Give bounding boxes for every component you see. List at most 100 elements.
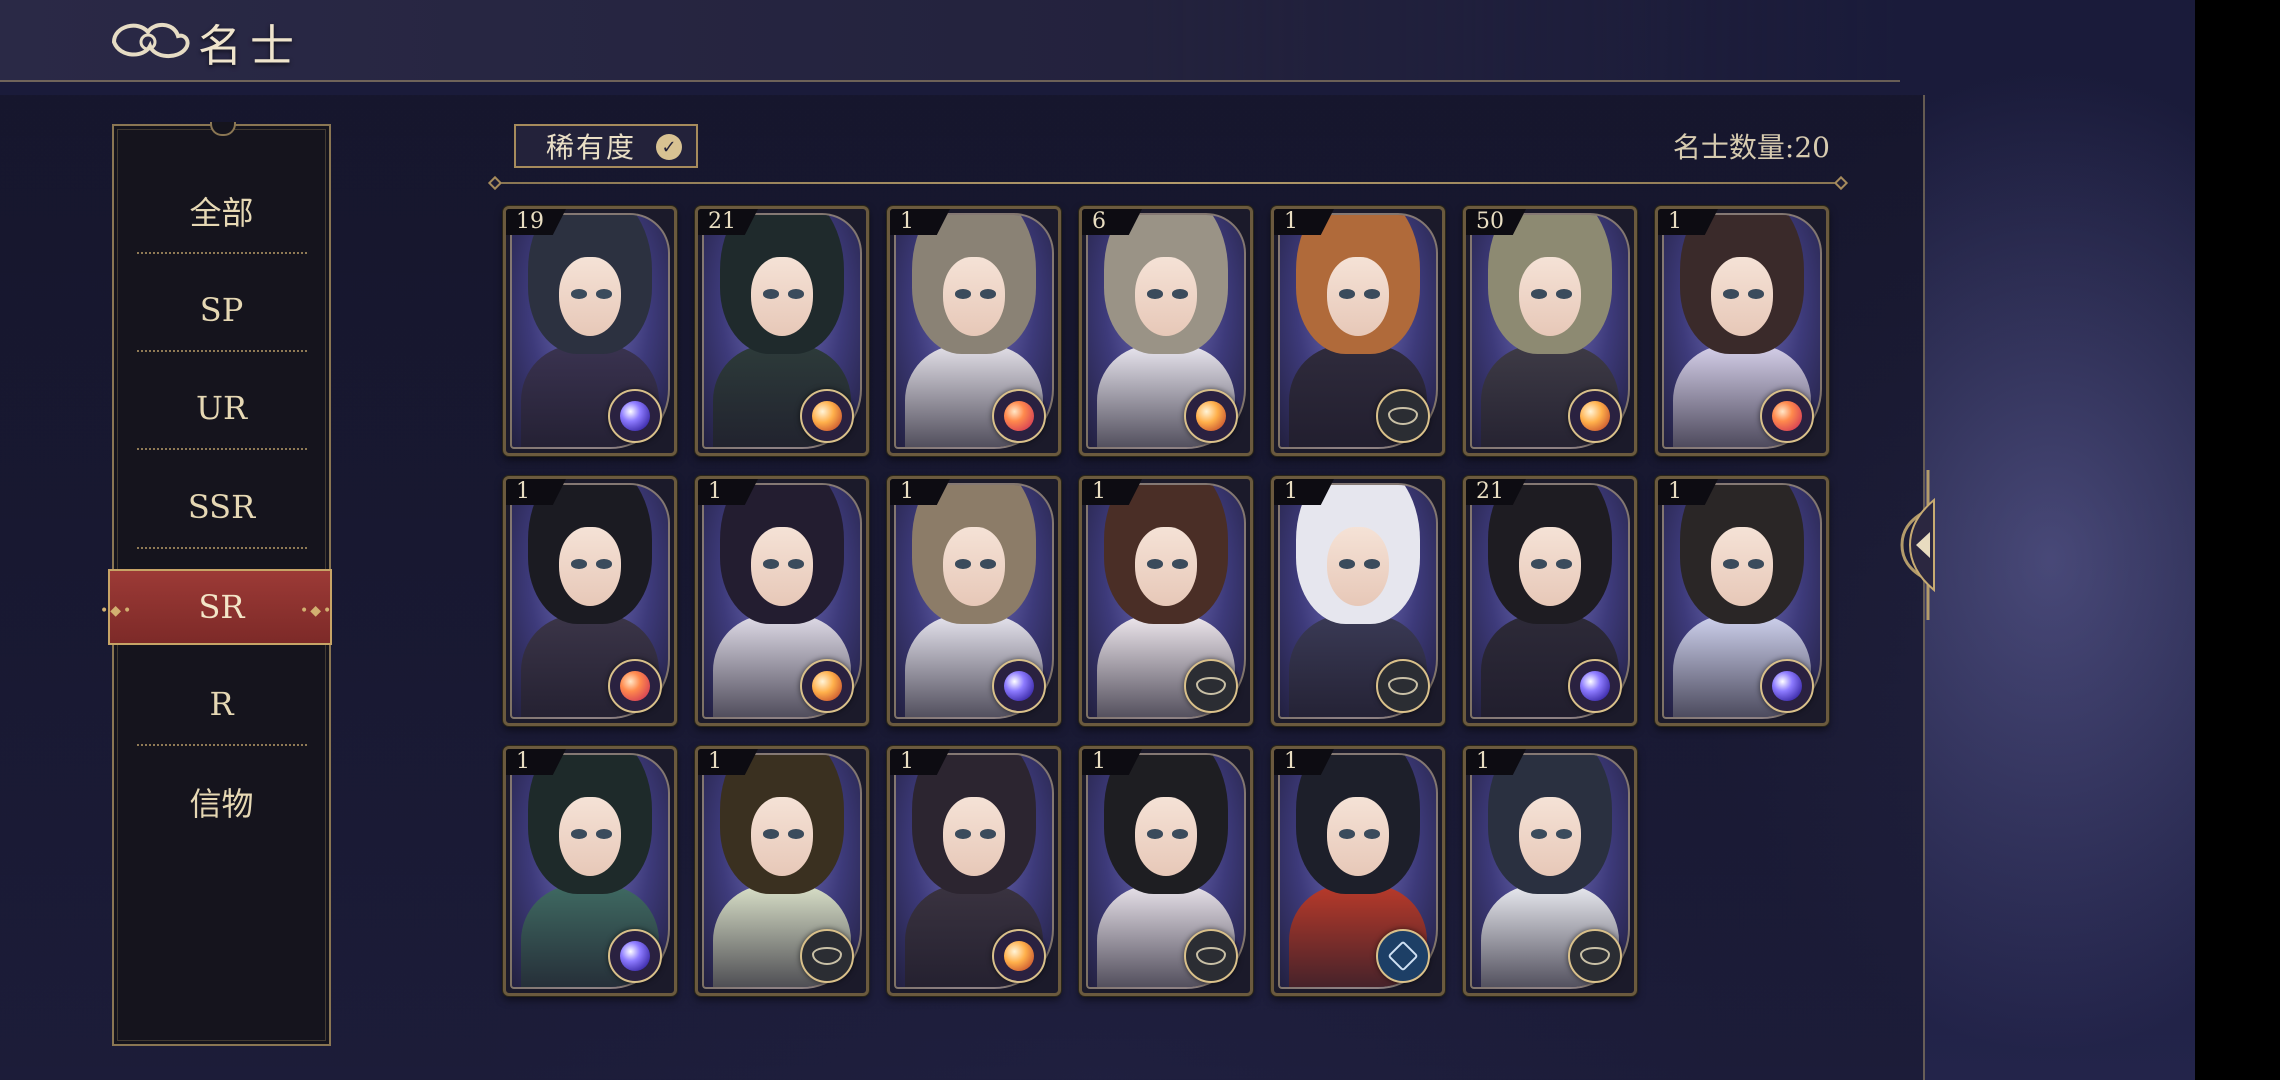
divider — [137, 448, 307, 450]
hero-eye — [1339, 289, 1355, 299]
hero-face — [942, 526, 1006, 606]
hero-eye — [1531, 559, 1547, 569]
hero-eye — [596, 559, 612, 569]
sidebar-item-token[interactable]: 信物 — [114, 767, 329, 837]
badge-symbol — [620, 941, 650, 971]
hero-card[interactable]: 1 — [503, 746, 677, 996]
sidebar-item-label: SP — [199, 291, 244, 329]
hero-count-value: 20 — [1794, 131, 1830, 164]
element-orb-icon — [1184, 389, 1238, 443]
hero-card[interactable]: 19 — [503, 206, 677, 456]
hero-card[interactable]: 1 — [1271, 206, 1445, 456]
sidebar-item-label: UR — [195, 389, 248, 427]
sidebar-item-label: SSR — [187, 488, 256, 526]
element-orb-icon — [992, 929, 1046, 983]
hero-card[interactable]: 1 — [695, 476, 869, 726]
sidebar-item-sr[interactable]: SR — [114, 572, 329, 642]
badge-symbol — [1772, 671, 1802, 701]
hero-card[interactable]: 1 — [1079, 746, 1253, 996]
screen-edge — [2195, 0, 2280, 1080]
element-orb-icon — [608, 389, 662, 443]
hero-eye — [1531, 289, 1547, 299]
hero-face — [942, 796, 1006, 876]
hero-eye — [788, 289, 804, 299]
sidebar-item-label: R — [209, 685, 234, 723]
hero-eye — [763, 559, 779, 569]
hero-eye — [1172, 829, 1188, 839]
hero-eye — [788, 829, 804, 839]
hero-face — [1134, 256, 1198, 336]
badge-symbol — [1196, 947, 1226, 965]
hero-card[interactable]: 21 — [695, 206, 869, 456]
hero-card[interactable]: 21 — [1463, 476, 1637, 726]
hero-eye — [571, 829, 587, 839]
hero-eye — [1147, 829, 1163, 839]
hero-face — [1710, 526, 1774, 606]
faction-emblem-icon — [800, 929, 854, 983]
hero-face — [1518, 256, 1582, 336]
hero-card[interactable]: 50 — [1463, 206, 1637, 456]
hero-eye — [1364, 559, 1380, 569]
hero-eye — [571, 559, 587, 569]
hero-eye — [596, 829, 612, 839]
hero-card[interactable]: 1 — [1655, 206, 1829, 456]
hero-eye — [1339, 829, 1355, 839]
hero-eye — [980, 289, 996, 299]
hero-card[interactable]: 1 — [1655, 476, 1829, 726]
hero-card[interactable]: 1 — [1463, 746, 1637, 996]
hero-card[interactable]: 1 — [1079, 476, 1253, 726]
faction-emblem-icon — [1184, 659, 1238, 713]
hero-card[interactable]: 1 — [887, 206, 1061, 456]
sidebar-item-r[interactable]: R — [114, 669, 329, 739]
badge-symbol — [1196, 677, 1226, 695]
faction-diamond-icon — [1376, 929, 1430, 983]
badge-symbol — [1772, 401, 1802, 431]
hero-card[interactable]: 1 — [1271, 476, 1445, 726]
hero-face — [1326, 526, 1390, 606]
hero-eye — [1556, 829, 1572, 839]
hero-eye — [955, 829, 971, 839]
hero-card[interactable]: 1 — [887, 746, 1061, 996]
badge-symbol — [812, 401, 842, 431]
rarity-filter-dropdown[interactable]: 稀有度 ✓ — [514, 124, 698, 168]
sidebar-item-label: 全部 — [189, 194, 254, 232]
hero-face — [1326, 256, 1390, 336]
hero-card[interactable]: 1 — [1271, 746, 1445, 996]
toolbar-divider — [496, 182, 1842, 184]
hero-count-label: 名士数量: — [1672, 131, 1795, 164]
element-orb-icon — [608, 929, 662, 983]
hero-eye — [1723, 559, 1739, 569]
divider — [137, 252, 307, 254]
element-orb-icon — [1760, 659, 1814, 713]
page-title: 名士 — [198, 21, 302, 72]
element-orb-icon — [1760, 389, 1814, 443]
faction-emblem-icon — [1184, 929, 1238, 983]
hero-face — [942, 256, 1006, 336]
collapse-panel-tab[interactable] — [1898, 470, 1942, 620]
element-orb-icon — [1568, 659, 1622, 713]
element-orb-icon — [800, 659, 854, 713]
rarity-filter-label: 稀有度 — [546, 131, 637, 164]
cloud-ornament-icon — [111, 23, 190, 58]
sidebar-item-ur[interactable]: UR — [114, 373, 329, 443]
hero-eye — [955, 289, 971, 299]
sidebar-item-sp[interactable]: SP — [114, 275, 329, 345]
badge-symbol — [1580, 401, 1610, 431]
divider — [137, 547, 307, 549]
hero-card[interactable]: 6 — [1079, 206, 1253, 456]
badge-symbol — [1004, 671, 1034, 701]
hero-eye — [1147, 289, 1163, 299]
hero-card[interactable]: 1 — [503, 476, 677, 726]
sidebar-item-ssr[interactable]: SSR — [114, 472, 329, 542]
hero-eye — [596, 289, 612, 299]
element-orb-icon — [992, 659, 1046, 713]
hero-eye — [1556, 289, 1572, 299]
hero-face — [1710, 256, 1774, 336]
hero-card[interactable]: 1 — [887, 476, 1061, 726]
title-bar: 名士 — [0, 0, 1900, 82]
hero-face — [1134, 526, 1198, 606]
sidebar-item-all[interactable]: 全部 — [114, 176, 329, 246]
hero-eye — [1531, 829, 1547, 839]
hero-card[interactable]: 1 — [695, 746, 869, 996]
hero-eye — [1172, 289, 1188, 299]
